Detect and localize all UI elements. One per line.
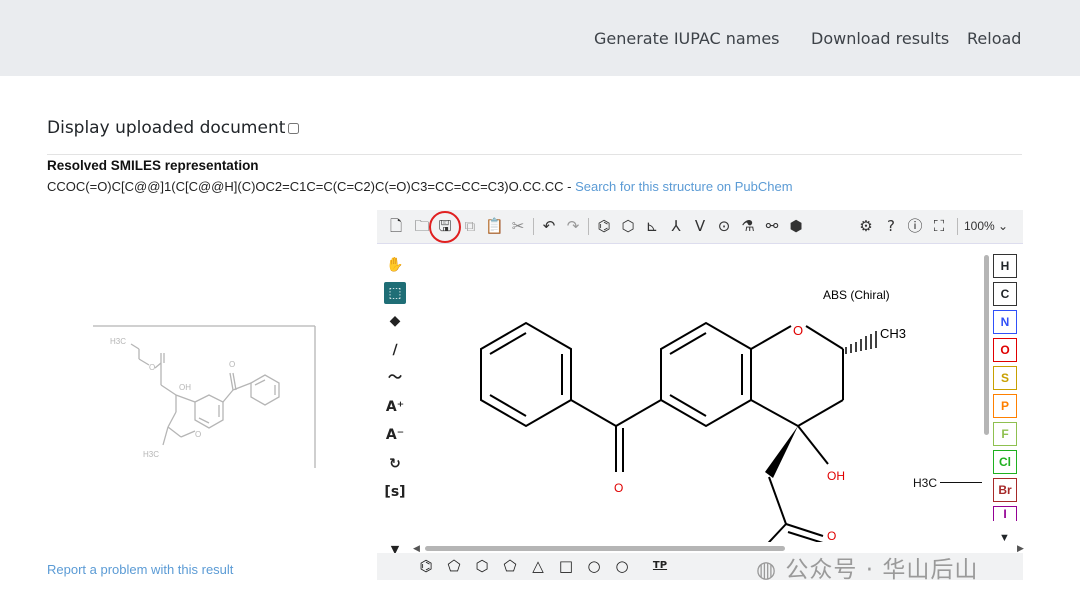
erase-tool-icon[interactable]: ◆ <box>384 310 406 332</box>
cyclobutane-template-icon[interactable]: □ <box>557 557 575 575</box>
generate-iupac-link[interactable]: Generate IUPAC names <box>594 29 780 48</box>
3d-view-icon[interactable]: ⬢ <box>787 217 805 235</box>
pubchem-search-link[interactable]: Search for this structure on PubChem <box>575 179 793 194</box>
layout-icon[interactable]: ⊾ <box>643 217 661 235</box>
charge-minus-icon[interactable]: A⁻ <box>384 424 406 446</box>
smiles-separator: - <box>563 179 576 194</box>
atom-cl-button[interactable]: Cl <box>993 450 1017 474</box>
cyclopentane-template-icon[interactable]: ⬠ <box>501 557 519 575</box>
top-navbar: Generate IUPAC names Download results Re… <box>0 0 1080 76</box>
fullscreen-icon[interactable]: ⛶ <box>930 217 948 235</box>
methyl-label: CH3 <box>880 326 906 341</box>
editor-top-toolbar: 🗋 🗀 🖫 ⧉ 📋 ✂ ↶ ↷ ⌬ ⬡ ⊾ ⅄ V ⊙ ⚗ ⚯ ⬢ ⚙ ? ⓘ … <box>377 210 1023 244</box>
thumb-o2: O <box>195 430 201 439</box>
thumb-h3c-bottom: H3C <box>143 450 159 459</box>
divider <box>47 154 1022 155</box>
chevron-down-icon: ⌄ <box>998 219 1009 233</box>
palette-scroll-down-icon[interactable]: ▼ <box>999 532 1010 544</box>
cycloheptane-template-icon[interactable]: ○ <box>585 557 603 575</box>
undo-icon[interactable]: ↶ <box>540 217 558 235</box>
editor-left-toolbar: ✋ ⬚ ◆ ∕ 〜 A⁺ A⁻ ↻ [s] ▼ <box>377 244 413 556</box>
atom-f-button[interactable]: F <box>993 422 1017 446</box>
info-icon[interactable]: ⓘ <box>906 217 924 235</box>
ester-oxygen-label: O <box>827 529 836 542</box>
smiles-value: CCOC(=O)C[C@@]1(C[C@@H](C)OC2=C1C=C(C=C2… <box>47 179 564 194</box>
hand-tool-icon[interactable]: ✋ <box>384 254 406 276</box>
chain-tool-icon[interactable]: 〜 <box>384 367 406 389</box>
stereo-icon[interactable]: V <box>691 217 709 235</box>
atom-c-button[interactable]: C <box>993 282 1017 306</box>
redo-icon[interactable]: ↷ <box>564 217 582 235</box>
cyclopropane-template-icon[interactable]: △ <box>529 557 547 575</box>
download-results-link[interactable]: Download results <box>811 29 949 48</box>
benzene-template-icon[interactable]: ⌬ <box>417 557 435 575</box>
ketone-oxygen-label: O <box>614 481 623 495</box>
explicit-hydrogens-icon[interactable]: ⚯ <box>763 217 781 235</box>
zoom-value: 100% <box>964 219 995 233</box>
smiles-line: CCOC(=O)C[C@@]1(C[C@@H](C)OC2=C1C=C(C=C2… <box>47 179 793 194</box>
smiles-title: Resolved SMILES representation <box>47 158 259 173</box>
calculate-icon[interactable]: ⚗ <box>739 217 757 235</box>
ring-oxygen-label: O <box>793 323 803 338</box>
chiral-label: ABS (Chiral) <box>823 288 890 302</box>
side-bond-line <box>940 482 982 483</box>
thumb-oh: OH <box>179 383 191 392</box>
wechat-icon: ◍ <box>756 557 778 583</box>
report-problem-link[interactable]: Report a problem with this result <box>47 562 233 577</box>
clean-icon[interactable]: ⅄ <box>667 217 685 235</box>
uploaded-structure-thumbnail: H3C O OH O O H3C <box>93 325 316 468</box>
cyclopentadiene-template-icon[interactable]: ⬠ <box>445 557 463 575</box>
bond-tool-icon[interactable]: ∕ <box>384 339 406 361</box>
thumb-o3: O <box>229 360 235 369</box>
editor-canvas[interactable]: ABS (Chiral) O CH3 OH O O <box>413 244 981 542</box>
copy-icon[interactable]: ⧉ <box>461 217 479 235</box>
settings-icon[interactable]: ⚙ <box>857 217 875 235</box>
atom-o-button[interactable]: O <box>993 338 1017 362</box>
cyclohexane-template-icon[interactable]: ⬡ <box>473 557 491 575</box>
side-h3c-label: H3C <box>913 476 938 490</box>
select-tool-icon[interactable]: ⬚ <box>384 282 406 304</box>
atom-p-button[interactable]: P <box>993 394 1017 418</box>
atom-n-button[interactable]: N <box>993 310 1017 334</box>
reload-link[interactable]: Reload <box>967 29 1021 48</box>
vertical-scrollbar[interactable] <box>984 255 989 435</box>
display-document-checkbox[interactable] <box>288 122 300 134</box>
atom-s-button[interactable]: S <box>993 366 1017 390</box>
display-document-row: Display uploaded document <box>47 118 300 138</box>
display-document-label: Display uploaded document <box>47 118 286 138</box>
thumb-h3c-top: H3C <box>110 337 126 346</box>
help-icon[interactable]: ? <box>882 217 900 235</box>
cyclooctane-template-icon[interactable]: ○ <box>613 557 631 575</box>
highlight-circle <box>429 211 461 243</box>
atom-i-button[interactable]: I <box>993 506 1017 521</box>
cut-icon[interactable]: ✂ <box>509 217 527 235</box>
dearomatize-icon[interactable]: ⬡ <box>619 217 637 235</box>
aromatize-icon[interactable]: ⌬ <box>595 217 613 235</box>
template-library-button[interactable]: TP <box>651 557 669 575</box>
rotate-tool-icon[interactable]: ↻ <box>384 453 406 475</box>
sgroup-tool-icon[interactable]: [s] <box>384 481 406 503</box>
atom-h-button[interactable]: H <box>993 254 1017 278</box>
charge-plus-icon[interactable]: A⁺ <box>384 396 406 418</box>
check-icon[interactable]: ⊙ <box>715 217 733 235</box>
atom-br-button[interactable]: Br <box>993 478 1017 502</box>
structure-editor: 🗋 🗀 🖫 ⧉ 📋 ✂ ↶ ↷ ⌬ ⬡ ⊾ ⅄ V ⊙ ⚗ ⚯ ⬢ ⚙ ? ⓘ … <box>377 210 1024 580</box>
horizontal-scrollbar[interactable] <box>425 546 785 551</box>
thumb-o: O <box>149 363 155 372</box>
watermark-text: 公众号 · 华山后山 <box>785 557 979 583</box>
hydroxyl-label: OH <box>827 469 845 483</box>
new-file-icon[interactable]: 🗋 <box>387 217 405 235</box>
watermark: ◍ 公众号 · 华山后山 <box>756 550 978 584</box>
paste-icon[interactable]: 📋 <box>485 217 504 235</box>
zoom-select[interactable]: 100% ⌄ <box>964 219 1008 233</box>
